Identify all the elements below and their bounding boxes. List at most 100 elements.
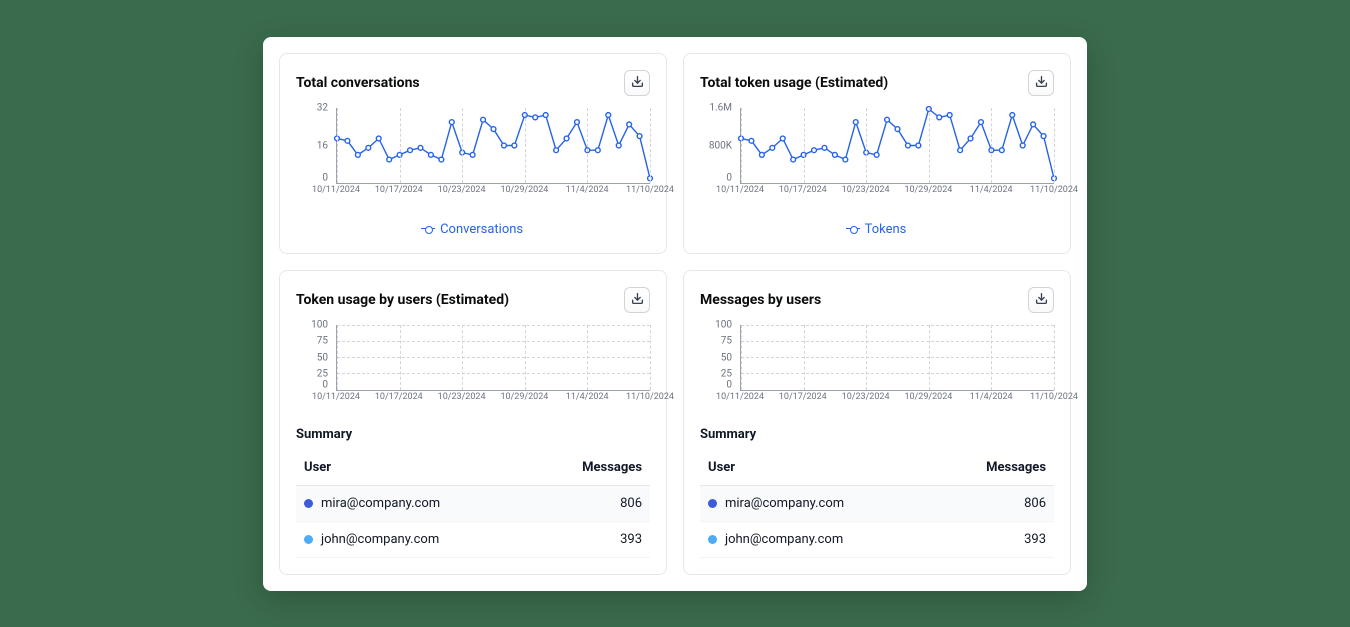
x-tick: 11/4/2024 bbox=[566, 392, 609, 402]
y-tick: 100 bbox=[715, 319, 732, 330]
y-tick: 50 bbox=[721, 352, 732, 363]
y-tick: 0 bbox=[726, 379, 732, 390]
download-icon bbox=[631, 292, 644, 308]
user-email: mira@company.com bbox=[321, 496, 440, 511]
x-tick: 10/17/2024 bbox=[375, 185, 423, 195]
card-messages-by-users: Messages by users 0 25 50 75 100 bbox=[683, 270, 1071, 575]
summary-table: User Messages mira@company.com 806 john@… bbox=[296, 450, 650, 558]
x-tick: 10/23/2024 bbox=[842, 392, 890, 402]
y-tick: 1.6M bbox=[709, 102, 732, 113]
card-title: Total conversations bbox=[296, 75, 420, 91]
y-axis: 0 800K 1.6M bbox=[700, 108, 736, 184]
x-tick: 10/17/2024 bbox=[779, 392, 827, 402]
y-axis: 0 16 32 bbox=[296, 108, 332, 184]
user-color-dot-icon bbox=[304, 535, 313, 544]
table-row: mira@company.com 806 bbox=[700, 485, 1054, 521]
table-row: mira@company.com 806 bbox=[296, 485, 650, 521]
x-tick: 10/29/2024 bbox=[500, 185, 548, 195]
x-tick: 10/11/2024 bbox=[716, 185, 764, 195]
download-button[interactable] bbox=[624, 287, 650, 313]
legend-marker-icon bbox=[423, 224, 433, 234]
x-tick: 10/17/2024 bbox=[779, 185, 827, 195]
x-tick: 11/4/2024 bbox=[970, 392, 1013, 402]
chart-legend: Tokens bbox=[700, 222, 1054, 237]
y-tick: 75 bbox=[721, 336, 732, 347]
x-axis: 10/11/202410/17/202410/23/202410/29/2024… bbox=[740, 184, 1054, 198]
x-tick: 11/10/2024 bbox=[626, 392, 674, 402]
summary-title: Summary bbox=[296, 427, 650, 442]
card-title: Total token usage (Estimated) bbox=[700, 75, 888, 91]
legend-marker-icon bbox=[848, 224, 858, 234]
y-tick: 75 bbox=[317, 336, 328, 347]
x-tick: 11/10/2024 bbox=[626, 185, 674, 195]
plot-area bbox=[740, 108, 1054, 184]
user-color-dot-icon bbox=[304, 499, 313, 508]
y-tick: 0 bbox=[322, 379, 328, 390]
user-email: mira@company.com bbox=[725, 496, 844, 511]
download-button[interactable] bbox=[624, 70, 650, 96]
messages-count: 806 bbox=[936, 485, 1054, 521]
card-header: Total token usage (Estimated) bbox=[700, 70, 1054, 96]
user-color-dot-icon bbox=[708, 535, 717, 544]
card-header: Messages by users bbox=[700, 287, 1054, 313]
x-tick: 10/29/2024 bbox=[904, 392, 952, 402]
line-chart-tokens: 0 800K 1.6M 10/11/202410/17/202410/23/20… bbox=[740, 108, 1054, 198]
x-tick: 10/17/2024 bbox=[375, 392, 423, 402]
download-icon bbox=[631, 75, 644, 91]
card-total-token-usage: Total token usage (Estimated) 0 800K 1.6… bbox=[683, 53, 1071, 254]
bar-chart-token-by-users: 0 25 50 75 100 10/11/202410/17/202410/23… bbox=[336, 325, 650, 405]
plot-area bbox=[336, 108, 650, 184]
y-tick: 100 bbox=[311, 319, 328, 330]
table-row: john@company.com 393 bbox=[700, 521, 1054, 557]
plot-area bbox=[740, 325, 1054, 391]
x-tick: 11/10/2024 bbox=[1030, 392, 1078, 402]
x-tick: 10/11/2024 bbox=[312, 392, 360, 402]
y-tick: 25 bbox=[721, 369, 732, 380]
card-header: Total conversations bbox=[296, 70, 650, 96]
card-total-conversations: Total conversations 0 16 32 10/11/202410… bbox=[279, 53, 667, 254]
x-tick: 10/23/2024 bbox=[842, 185, 890, 195]
summary-title: Summary bbox=[700, 427, 1054, 442]
y-tick: 32 bbox=[317, 102, 328, 113]
y-tick: 50 bbox=[317, 352, 328, 363]
y-tick: 25 bbox=[317, 369, 328, 380]
y-tick: 0 bbox=[726, 172, 732, 183]
x-tick: 11/4/2024 bbox=[566, 185, 609, 195]
plot-area bbox=[336, 325, 650, 391]
card-title: Messages by users bbox=[700, 292, 821, 308]
x-tick: 11/4/2024 bbox=[970, 185, 1013, 195]
x-tick: 10/11/2024 bbox=[716, 392, 764, 402]
x-axis: 10/11/202410/17/202410/23/202410/29/2024… bbox=[740, 391, 1054, 405]
legend-label: Conversations bbox=[440, 222, 523, 237]
table-row: john@company.com 393 bbox=[296, 521, 650, 557]
x-tick: 10/23/2024 bbox=[438, 392, 486, 402]
bar-chart-messages-by-users: 0 25 50 75 100 10/11/202410/17/202410/23… bbox=[740, 325, 1054, 405]
messages-count: 393 bbox=[936, 521, 1054, 557]
y-tick: 16 bbox=[317, 140, 328, 151]
user-email: john@company.com bbox=[725, 532, 843, 547]
user-email: john@company.com bbox=[321, 532, 439, 547]
y-axis: 0 25 50 75 100 bbox=[700, 325, 736, 391]
y-tick: 800K bbox=[709, 140, 732, 151]
download-button[interactable] bbox=[1028, 70, 1054, 96]
user-color-dot-icon bbox=[708, 499, 717, 508]
x-tick: 11/10/2024 bbox=[1030, 185, 1078, 195]
x-axis: 10/11/202410/17/202410/23/202410/29/2024… bbox=[336, 391, 650, 405]
x-tick: 10/29/2024 bbox=[904, 185, 952, 195]
legend-label: Tokens bbox=[865, 222, 907, 237]
download-icon bbox=[1035, 75, 1048, 91]
card-header: Token usage by users (Estimated) bbox=[296, 287, 650, 313]
messages-count: 806 bbox=[532, 485, 650, 521]
messages-count: 393 bbox=[532, 521, 650, 557]
download-icon bbox=[1035, 292, 1048, 308]
column-messages: Messages bbox=[936, 450, 1054, 486]
line-chart-conversations: 0 16 32 10/11/202410/17/202410/23/202410… bbox=[336, 108, 650, 198]
dashboard: Total conversations 0 16 32 10/11/202410… bbox=[263, 37, 1087, 591]
chart-legend: Conversations bbox=[296, 222, 650, 237]
card-token-usage-by-users: Token usage by users (Estimated) 0 25 50… bbox=[279, 270, 667, 575]
x-tick: 10/29/2024 bbox=[500, 392, 548, 402]
x-tick: 10/11/2024 bbox=[312, 185, 360, 195]
download-button[interactable] bbox=[1028, 287, 1054, 313]
column-user: User bbox=[296, 450, 532, 486]
x-axis: 10/11/202410/17/202410/23/202410/29/2024… bbox=[336, 184, 650, 198]
